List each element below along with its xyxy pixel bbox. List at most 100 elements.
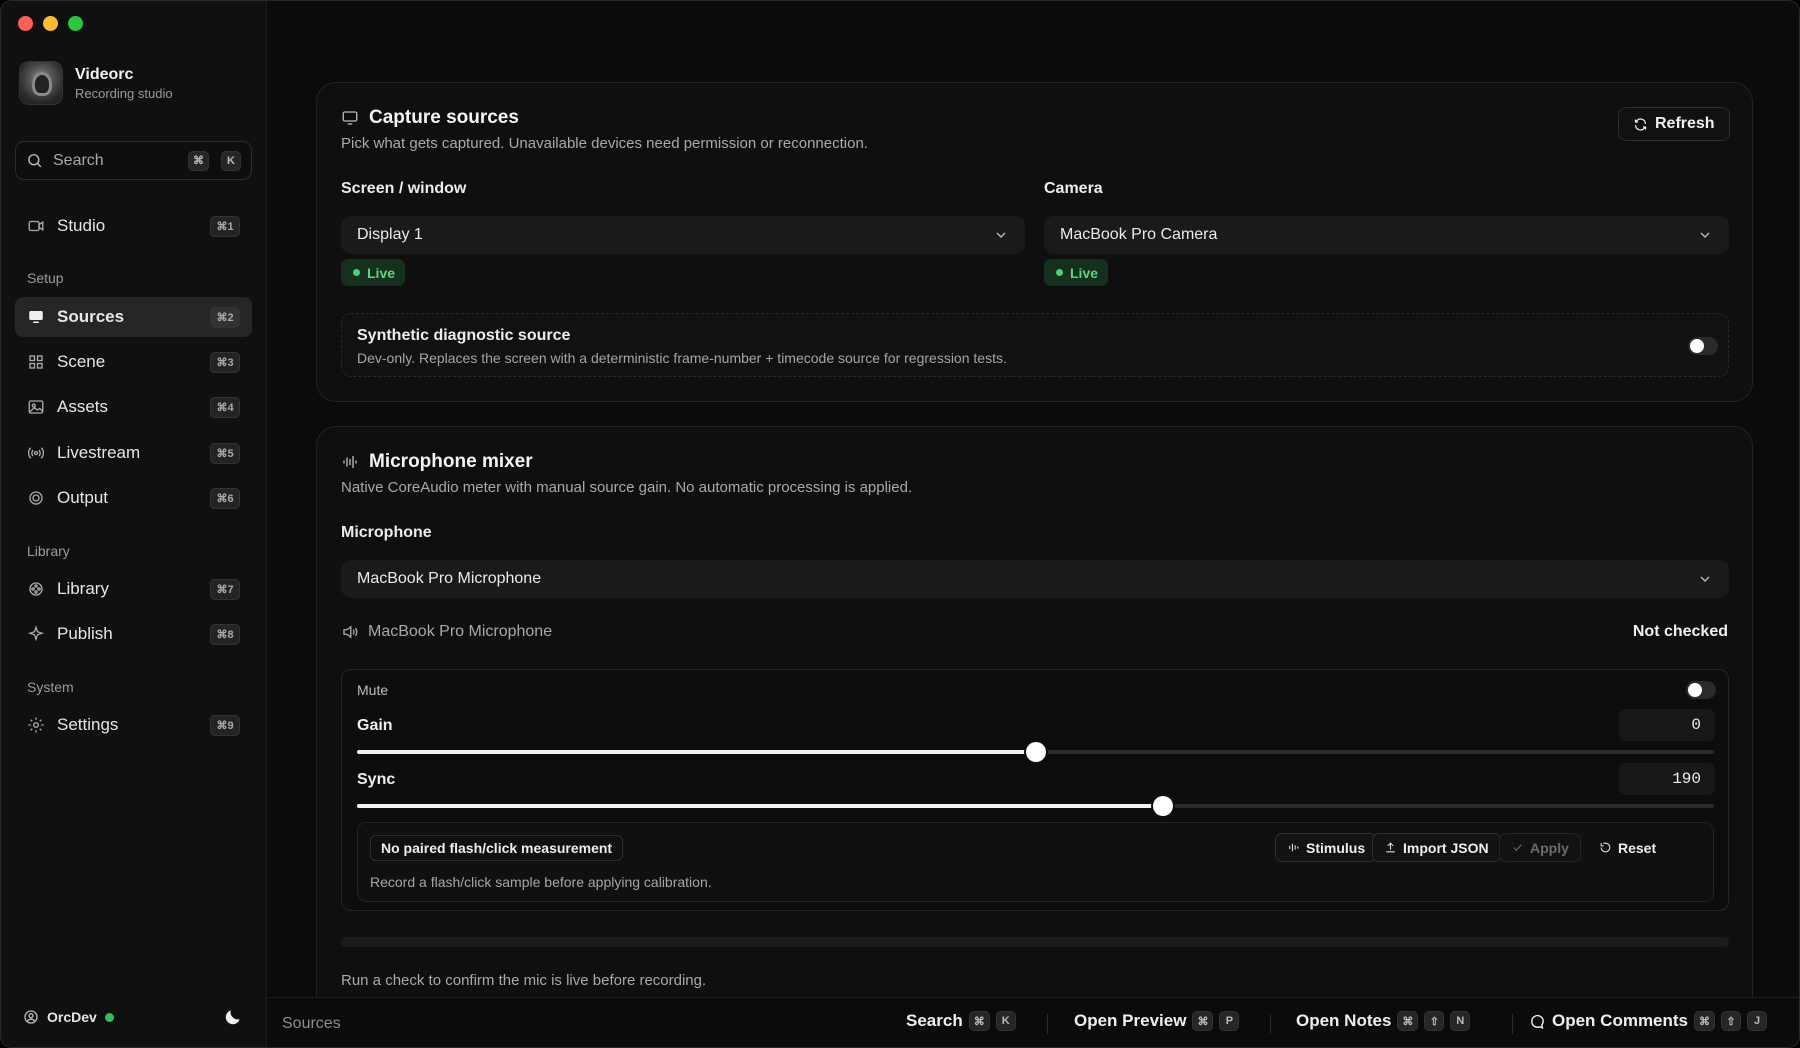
close-window-button[interactable] [18,16,33,31]
group-label-library: Library [27,543,70,559]
broadcast-icon [27,444,45,462]
sidebar-item-settings[interactable]: Settings ⌘9 [15,705,252,745]
sidebar-item-label: Sources [57,307,125,326]
divider [1270,1014,1271,1034]
camera-select[interactable]: MacBook Pro Camera [1044,216,1729,254]
stimulus-label: Stimulus [1306,839,1366,856]
shortcut-badge: ⌘4 [210,396,240,418]
chevron-down-icon [1700,232,1710,238]
sync-slider-fill [357,804,1164,808]
command-label: Open Comments [1552,1011,1689,1030]
sidebar-search[interactable]: Search ⌘ K [15,141,252,180]
import-json-button[interactable]: Import JSON [1372,833,1501,862]
card-description: Native CoreAudio meter with manual sourc… [341,479,913,496]
mixer-title-row: Microphone mixer [341,451,533,473]
divider [1512,1014,1513,1034]
microphone-mixer-card: Microphone mixer Native CoreAudio meter … [316,426,1753,1026]
shortcut-key: ⌘ [1192,1011,1214,1031]
reset-icon [1600,842,1611,853]
sidebar-item-livestream[interactable]: Livestream ⌘5 [15,433,252,473]
breadcrumb: Sources [282,1015,341,1032]
microphone-label: Microphone [341,524,432,541]
zoom-window-button[interactable] [68,16,83,31]
shortcut-key: N [1450,1011,1471,1031]
select-value: Display 1 [357,226,423,243]
status-label: Live [367,264,396,281]
command-open-comments[interactable]: Open Comments ⌘ ⇧ J [1529,1011,1768,1031]
mute-toggle[interactable] [1686,681,1716,699]
divider [1047,1014,1048,1034]
shortcut-key: ⌘ [188,150,209,171]
sync-slider[interactable] [357,796,1714,816]
sidebar-item-label: Studio [57,216,106,235]
film-reel-icon [27,580,45,598]
reset-label: Reset [1618,839,1657,856]
app-logo [19,61,63,105]
live-dot [1056,269,1063,276]
shortcut-key: ⇧ [1721,1011,1742,1031]
sidebar-item-output[interactable]: Output ⌘6 [15,478,252,518]
capture-title-row: Capture sources [341,107,519,129]
camera-label: Camera [1044,180,1103,197]
sidebar-item-label: Assets [57,397,109,416]
capture-sources-card: Capture sources Pick what gets captured.… [316,82,1753,402]
synthetic-description: Dev-only. Replaces the screen with a det… [357,350,1007,366]
user-account[interactable]: OrcDev [23,1009,114,1025]
shortcut-badge: ⌘1 [210,215,240,237]
shortcut-key: ⌘ [1397,1011,1419,1031]
reset-button[interactable]: Reset [1587,833,1668,862]
sidebar-item-publish[interactable]: Publish ⌘8 [15,614,252,654]
shortcut-key: J [1747,1011,1768,1031]
status-label: Live [1070,264,1099,281]
command-open-preview[interactable]: Open Preview ⌘ P [1074,1011,1240,1031]
command-search[interactable]: Search ⌘ K [906,1011,1016,1031]
record-icon [27,489,45,507]
group-label-system: System [27,679,74,695]
command-open-notes[interactable]: Open Notes ⌘ ⇧ N [1296,1011,1471,1031]
shortcut-key: K [221,150,241,171]
gain-slider-thumb[interactable] [1025,742,1046,762]
gain-label: Gain [357,717,393,734]
apply-button[interactable]: Apply [1499,833,1581,862]
stimulus-button[interactable]: Stimulus [1275,833,1378,862]
sidebar-item-scene[interactable]: Scene ⌘3 [15,342,252,382]
microphone-select[interactable]: MacBook Pro Microphone [341,560,1729,598]
app-window: Videorc Recording studio Search ⌘ K Stud… [0,0,1800,1048]
camera-status-badge: Live [1044,259,1109,286]
device-row: MacBook Pro Microphone [341,623,552,641]
shortcut-key: ⌘ [968,1011,990,1031]
online-status-dot [104,1012,114,1022]
sidebar-item-label: Scene [57,352,106,371]
screen-window-select[interactable]: Display 1 [341,216,1025,254]
user-name: OrcDev [47,1009,97,1025]
command-label: Open Notes [1296,1011,1392,1030]
image-icon [27,398,45,416]
sync-value[interactable]: 190 [1619,763,1715,795]
sidebar-item-studio[interactable]: Studio ⌘1 [15,206,252,246]
video-camera-icon [27,217,45,235]
mic-level-meter [341,937,1729,947]
sync-slider-thumb[interactable] [1153,796,1174,816]
command-label: Open Preview [1074,1011,1187,1030]
sidebar-item-assets[interactable]: Assets ⌘4 [15,387,252,427]
select-value: MacBook Pro Microphone [357,570,542,587]
refresh-button[interactable]: Refresh [1618,107,1730,141]
shortcut-badge: ⌘3 [210,351,240,373]
card-title: Capture sources [369,107,519,128]
sidebar-item-library[interactable]: Library ⌘7 [15,569,252,609]
gain-value[interactable]: 0 [1619,709,1715,741]
app-name: Videorc [75,65,134,83]
theme-toggle-moon-icon[interactable] [223,1007,243,1027]
minimize-window-button[interactable] [43,16,58,31]
synthetic-title: Synthetic diagnostic source [357,327,571,344]
sidebar-item-sources[interactable]: Sources ⌘2 [15,297,252,337]
audio-waveform-icon [1289,843,1299,852]
gain-slider[interactable] [357,742,1714,762]
command-label: Search [906,1011,963,1030]
synthetic-source-toggle[interactable] [1688,337,1718,355]
mute-label: Mute [357,682,389,698]
sidebar-item-label: Settings [57,715,119,734]
checkmark-icon [1513,844,1522,851]
brand: Videorc Recording studio [19,61,173,105]
refresh-label: Refresh [1655,115,1715,132]
